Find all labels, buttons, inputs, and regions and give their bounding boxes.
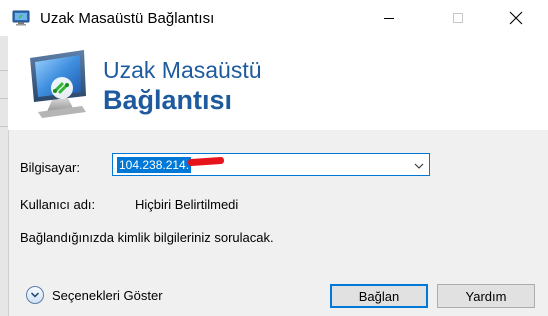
close-icon [509,11,523,25]
computer-input-value[interactable]: 104.238.214. [117,157,192,173]
username-label: Kullanıcı adı: [20,197,96,212]
redaction-mark [187,156,225,167]
remote-desktop-connection-window: Uzak Masaüstü Bağlantısı Uzak Masaüstü B… [0,0,548,316]
expand-chevron-icon[interactable] [26,286,44,304]
minimize-icon [384,18,394,19]
remote-desktop-app-icon [12,10,30,26]
show-options-toggle[interactable]: Seçenekleri Göster [26,286,163,304]
credentials-info-text: Bağlandığınızda kimlik bilgileriniz soru… [20,230,274,245]
close-button[interactable] [493,0,539,36]
title-bar[interactable]: Uzak Masaüstü Bağlantısı [0,0,548,36]
maximize-button[interactable] [435,0,481,36]
computer-combobox[interactable]: 104.238.214. [112,153,430,176]
banner-title-line1: Uzak Masaüstü [103,57,262,83]
banner-title-line2: Bağlantısı [103,85,233,115]
help-button[interactable]: Yardım [437,284,535,308]
maximize-icon [453,13,463,23]
window-title: Uzak Masaüstü Bağlantısı [40,10,215,27]
remote-desktop-monitor-icon [24,48,100,120]
minimize-button[interactable] [366,0,412,36]
username-value: Hiçbiri Belirtilmedi [135,197,239,212]
connect-button[interactable]: Bağlan [330,284,428,308]
header-banner: Uzak Masaüstü Bağlantısı [8,36,548,130]
show-options-label[interactable]: Seçenekleri Göster [52,288,163,303]
computer-label: Bilgisayar: [20,160,80,175]
chevron-down-icon[interactable] [413,159,425,171]
